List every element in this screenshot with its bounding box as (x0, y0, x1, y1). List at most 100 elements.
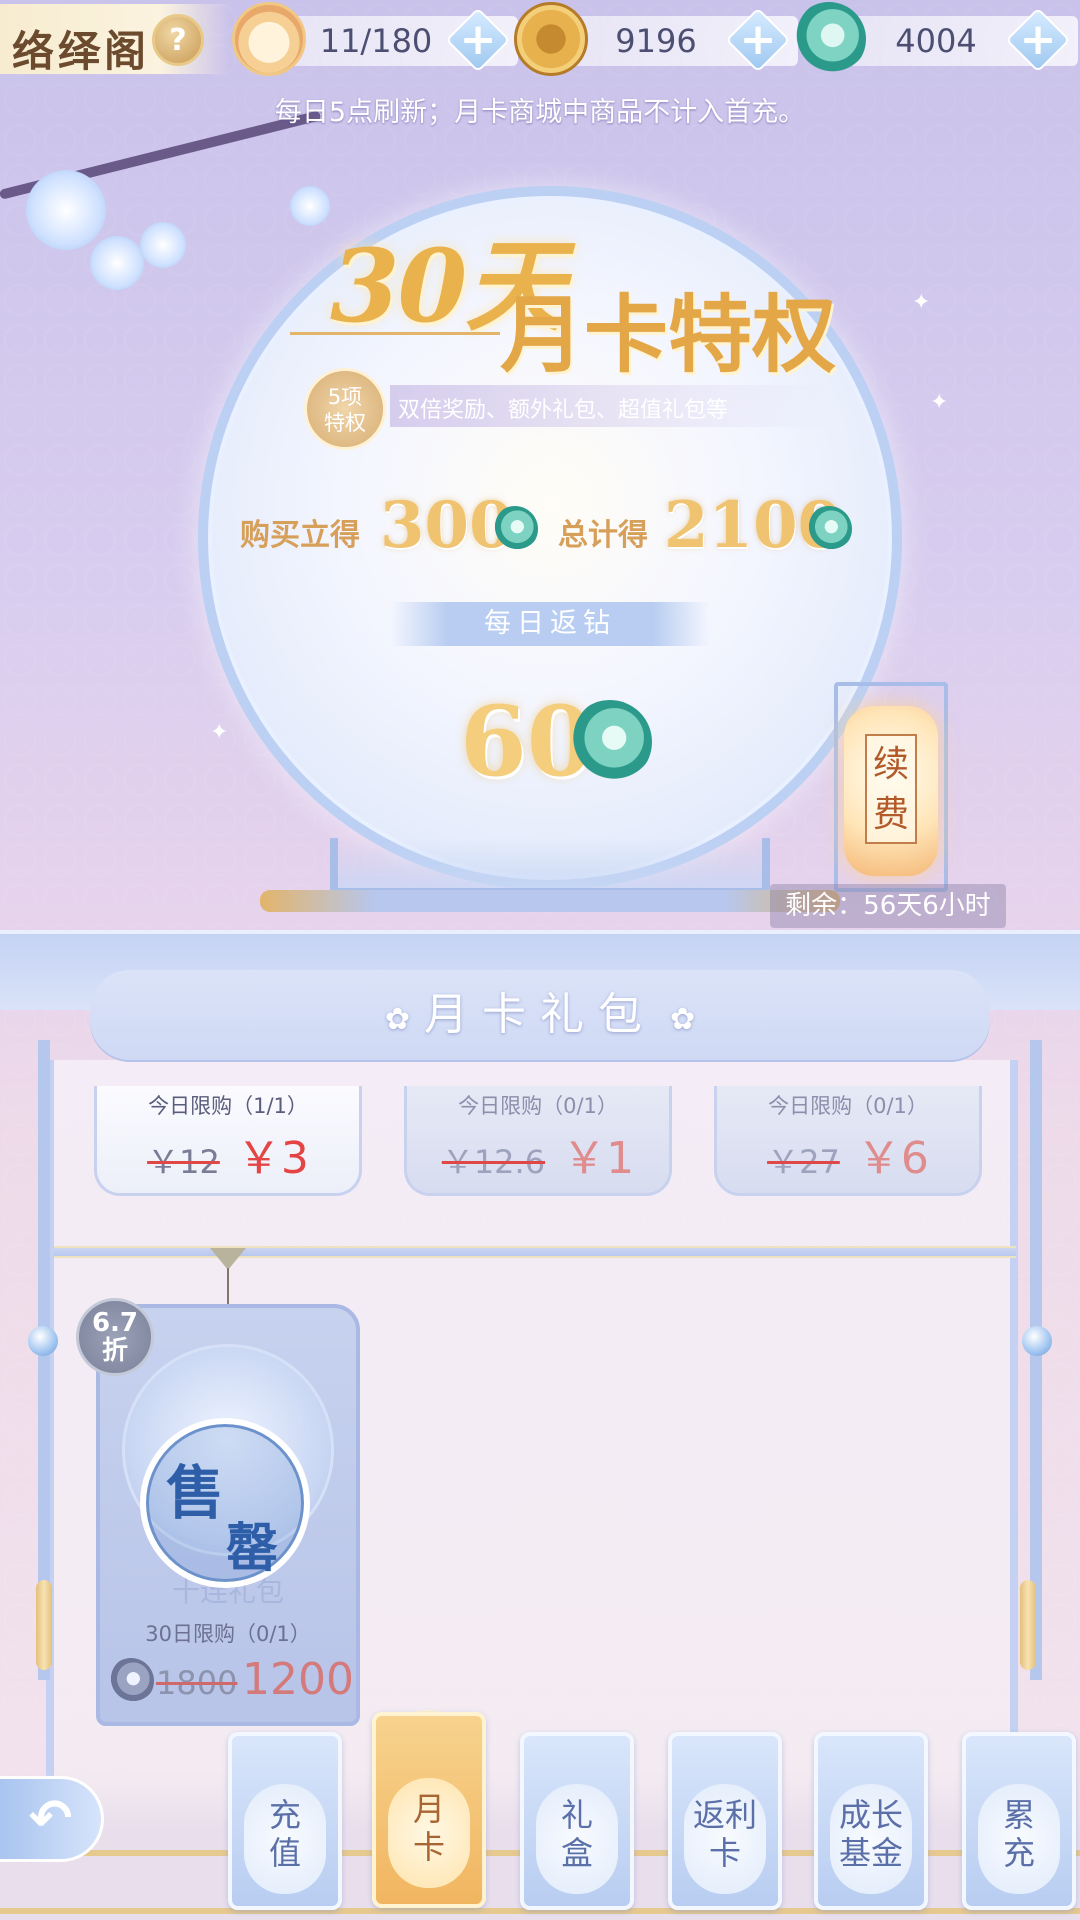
total-label: 总计得 (558, 518, 648, 553)
discount-badge: 6.7 折 (76, 1298, 154, 1376)
stamp-char: 售 (166, 1459, 225, 1527)
orb-ornament-icon (1022, 1326, 1052, 1356)
sold-out-stamp: 售 罄 (140, 1418, 310, 1588)
gold-coin-icon (514, 2, 588, 76)
tab-label-line: 月 (412, 1790, 445, 1828)
tab-label-line: 充 (1002, 1834, 1035, 1872)
jade-currency-icon (568, 700, 652, 784)
tab-growth-fund[interactable]: 成长 基金 (814, 1732, 928, 1910)
jade-currency-icon (492, 506, 538, 552)
tab-monthly-card[interactable]: 月 卡 (372, 1712, 486, 1908)
tab-label-line: 成长 (838, 1796, 903, 1834)
tab-label-line: 礼 (560, 1796, 593, 1834)
jade-currency-icon (792, 2, 866, 76)
gift-old-price: ￥12.6 (441, 1143, 546, 1181)
plus-icon: + (459, 14, 497, 65)
tab-label: 充 值 (232, 1796, 338, 1872)
tab-label-line: 充 (268, 1796, 301, 1834)
tab-label-line: 卡 (708, 1834, 741, 1872)
panel-title: 月卡礼包 (424, 989, 656, 1040)
orb-ornament-icon (28, 1326, 58, 1356)
gift-prices: ￥12 ￥3 (97, 1122, 359, 1186)
moon-stand (330, 838, 770, 896)
row-divider (54, 1246, 1016, 1258)
banner-title: 月卡特权 (500, 285, 837, 384)
gift-price-row: 1800 1200 (108, 1650, 358, 1710)
daily-return-ribbon: 每日返钻 (390, 602, 710, 646)
tab-label-line: 累 (1002, 1796, 1035, 1834)
banner-divider (290, 332, 500, 335)
tab-label-line: 盒 (560, 1834, 593, 1872)
gift-limit: 今日限购（0/1） (768, 1094, 928, 1118)
gift-new-price: ￥1 (562, 1133, 635, 1184)
privilege-count: 5项 (327, 385, 363, 409)
blossom-flower-icon (26, 170, 106, 250)
plus-icon: + (1019, 14, 1057, 65)
buy-label: 购买立得 (240, 518, 360, 553)
tassel-ornament (36, 1580, 52, 1670)
gift-old-price: ￥27 (767, 1143, 840, 1181)
tab-cumulative-recharge[interactable]: 累 充 (962, 1732, 1076, 1910)
renew-label: 续费 (865, 734, 917, 844)
gift-prices: ￥12.6 ￥1 (407, 1122, 669, 1186)
help-icon: ? (169, 22, 187, 58)
tab-label-line: 卡 (412, 1828, 445, 1866)
jade-currency-icon (108, 1658, 154, 1704)
add-gold-button[interactable]: + (725, 7, 791, 73)
tab-label: 月 卡 (376, 1790, 482, 1866)
tab-label: 返利 卡 (672, 1796, 778, 1872)
tab-rebate-card[interactable]: 返利 卡 (668, 1732, 782, 1910)
sparkle-icon: ✦ (912, 290, 931, 315)
moon-base (260, 890, 840, 912)
stamina-cat-icon (232, 2, 306, 76)
blossom-flower-icon (290, 186, 330, 226)
gift-card[interactable]: 今日限购（1/1） ￥12 ￥3 (94, 1086, 362, 1196)
gift-limit: 30日限购（0/1） (145, 1622, 311, 1646)
flower-icon: ✿ (670, 1002, 696, 1037)
tab-gift-box[interactable]: 礼 盒 (520, 1732, 634, 1910)
help-button[interactable]: ? (152, 14, 204, 66)
tab-label: 成长 基金 (818, 1796, 924, 1872)
privilege-label: 特权 (324, 411, 366, 435)
refresh-notice: 每日5点刷新；月卡商城中商品不计入首充。 (274, 97, 806, 128)
tab-label-line: 基金 (838, 1834, 903, 1872)
discount-value: 6.7 (91, 1308, 139, 1338)
sparkle-icon: ✦ (210, 720, 229, 745)
gift-limit: 今日限购（1/1） (148, 1094, 308, 1118)
gift-old-price: 1800 (156, 1664, 238, 1702)
renew-button[interactable]: 续费 (828, 676, 954, 906)
shop-title: 络绎阁 (12, 27, 151, 76)
resource-bar: 络绎阁 ? 11/180 + 9196 + 4004 + (0, 0, 1080, 84)
reward-summary: 购买立得 300 总计得 2100 (240, 488, 860, 568)
jade-currency-icon (806, 506, 852, 552)
panel-title-row: ✿ 月卡礼包 ✿ (0, 978, 1080, 1042)
flower-icon: ✿ (384, 1002, 410, 1037)
gift-limit: 今日限购（0/1） (458, 1094, 618, 1118)
back-arrow-icon: ↶ (28, 1789, 73, 1849)
tab-label-line: 值 (268, 1834, 301, 1872)
gift-prices: ￥27 ￥6 (717, 1122, 979, 1186)
tab-label: 累 充 (966, 1796, 1072, 1872)
remaining-time: 剩余：56天6小时 (770, 884, 1006, 928)
tassel-ornament (1020, 1580, 1036, 1670)
back-button[interactable]: ↶ (0, 1776, 104, 1862)
gift-new-price: ￥3 (236, 1133, 309, 1184)
gift-new-price: 1200 (242, 1654, 354, 1705)
privilege-count-badge: 5项 特权 (304, 368, 386, 450)
gift-card[interactable]: 今日限购（0/1） ￥27 ￥6 (714, 1086, 982, 1196)
blossom-flower-icon (140, 222, 186, 268)
blossom-flower-icon (90, 236, 144, 290)
add-stamina-button[interactable]: + (445, 7, 511, 73)
gift-old-price: ￥12 (147, 1143, 220, 1181)
add-jade-button[interactable]: + (1005, 7, 1071, 73)
privilege-description: 双倍奖励、额外礼包、超值礼包等 (390, 385, 830, 427)
stamp-char: 罄 (226, 1518, 279, 1579)
tab-label-line: 返利 (692, 1796, 757, 1834)
tab-label: 礼 盒 (524, 1796, 630, 1872)
plus-icon: + (739, 14, 777, 65)
gift-card[interactable]: 今日限购（0/1） ￥12.6 ￥1 (404, 1086, 672, 1196)
sparkle-icon: ✦ (930, 390, 949, 415)
discount-unit: 折 (101, 1336, 128, 1366)
tab-recharge[interactable]: 充 值 (228, 1732, 342, 1910)
gift-new-price: ￥6 (856, 1133, 929, 1184)
